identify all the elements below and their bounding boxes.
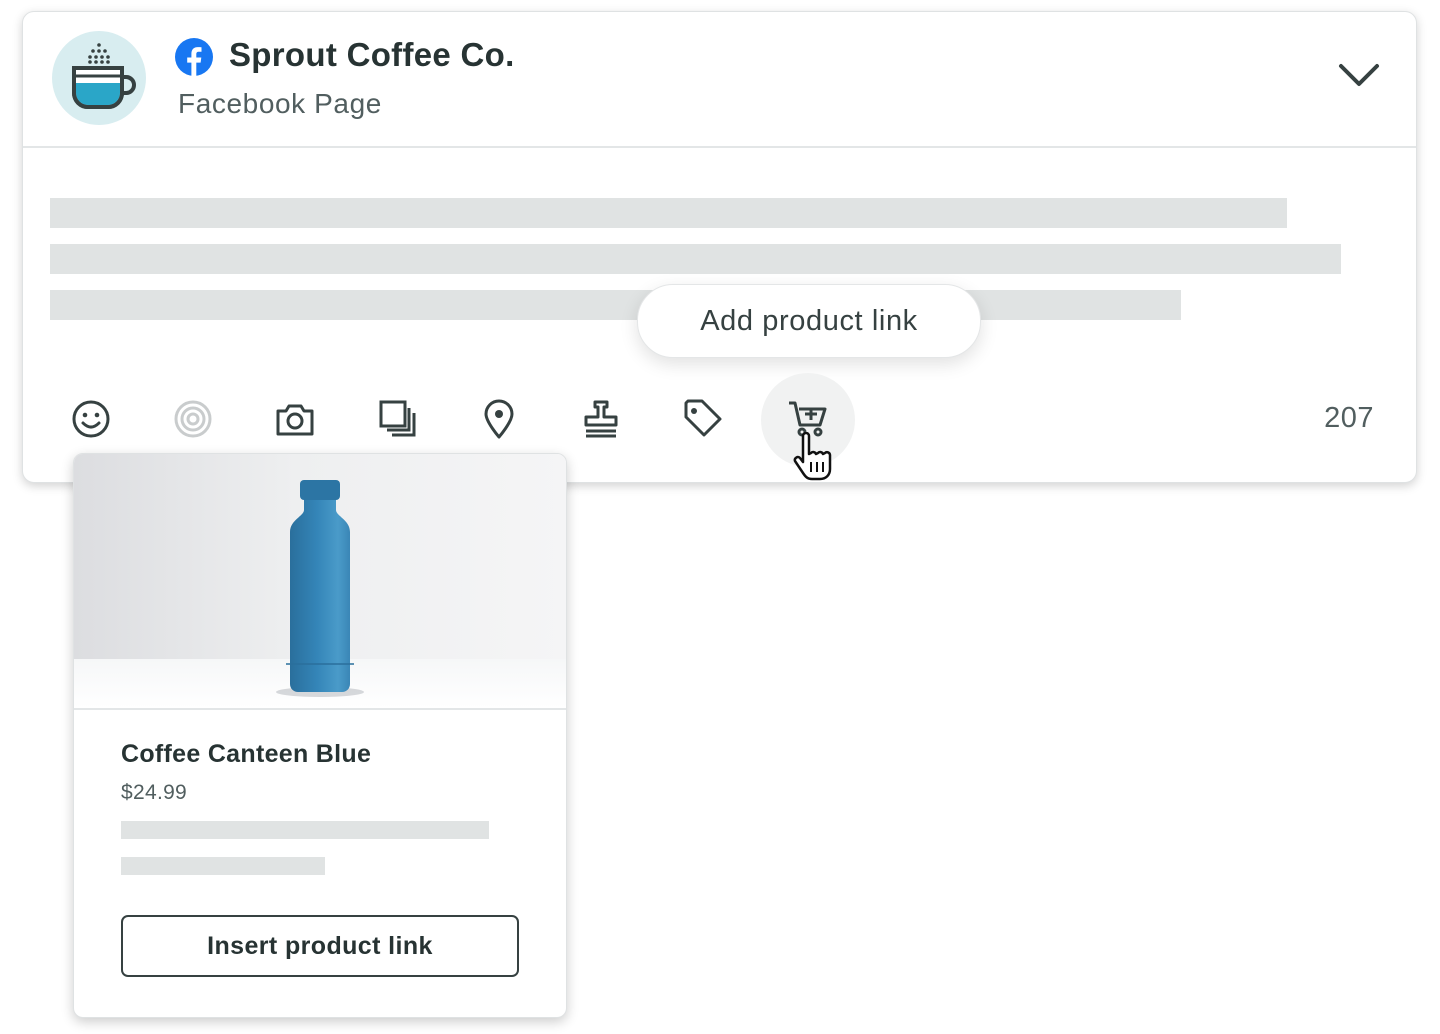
text-placeholder-line [50, 244, 1341, 274]
target-icon[interactable] [170, 396, 216, 442]
camera-icon[interactable] [272, 396, 318, 442]
emoji-icon[interactable] [68, 396, 114, 442]
stamp-icon[interactable] [578, 396, 624, 442]
product-title: Coffee Canteen Blue [121, 740, 372, 768]
product-image [74, 454, 566, 710]
location-pin-icon[interactable] [476, 396, 522, 442]
text-placeholder-line [50, 290, 1181, 320]
chevron-down-icon[interactable] [1335, 60, 1383, 90]
tag-icon[interactable] [680, 396, 726, 442]
composer-header: Sprout Coffee Co. Facebook Page [23, 12, 1416, 148]
account-type: Facebook Page [178, 88, 382, 119]
character-count: 207 [1324, 402, 1374, 434]
product-price: $24.99 [121, 781, 188, 804]
hand-pointer-cursor-icon [793, 432, 832, 481]
text-placeholder-line [50, 198, 1287, 228]
facebook-icon [175, 38, 213, 76]
post-composer: Sprout Coffee Co. Facebook Page Add prod… [22, 11, 1417, 483]
insert-product-link-button[interactable]: Insert product link [121, 915, 519, 977]
product-card: Coffee Canteen Blue $24.99 Insert produc… [73, 453, 567, 1018]
account-name: Sprout Coffee Co. [229, 36, 515, 73]
description-placeholder-line [121, 821, 489, 839]
add-product-link-tooltip: Add product link [637, 284, 981, 358]
description-placeholder-line [121, 857, 325, 875]
coffee-cup-icon [52, 31, 146, 125]
media-library-icon[interactable] [374, 396, 420, 442]
water-bottle-image [74, 480, 566, 708]
